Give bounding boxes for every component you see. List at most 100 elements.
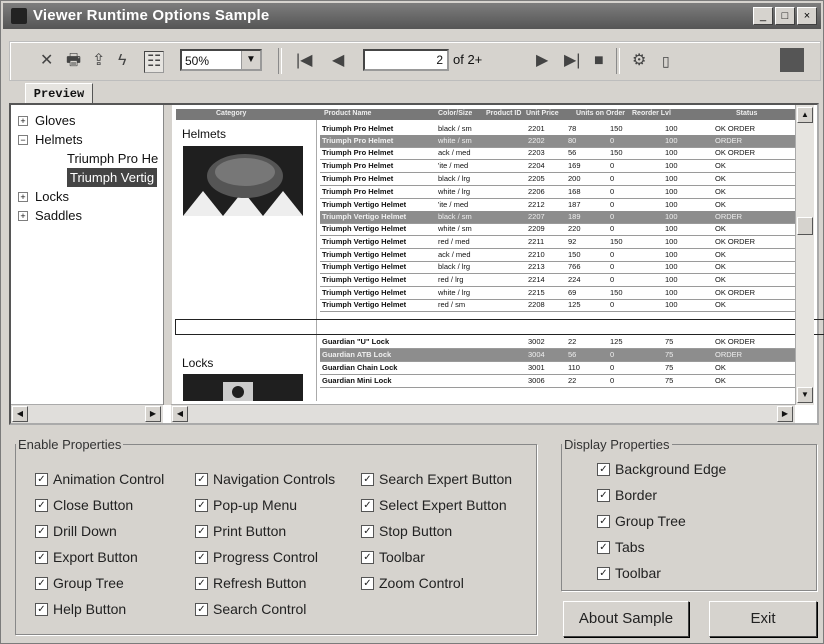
checkbox-checked-icon[interactable]: ✓: [195, 473, 208, 486]
scroll-up-icon[interactable]: ▲: [797, 107, 813, 123]
checkbox-checked-icon[interactable]: ✓: [597, 541, 610, 554]
tree-item[interactable]: + Gloves: [11, 111, 163, 130]
cell-id: 2202: [528, 136, 545, 145]
report-vertical-scrollbar[interactable]: ▲ ▼: [795, 105, 814, 405]
print-icon[interactable]: 🖶: [66, 51, 81, 71]
chevron-down-icon[interactable]: ▼: [241, 51, 260, 69]
expand-icon[interactable]: +: [18, 116, 28, 126]
checkbox-checked-icon[interactable]: ✓: [361, 551, 374, 564]
checkbox-checked-icon[interactable]: ✓: [195, 525, 208, 538]
cell-order: 0: [610, 300, 615, 309]
splitter[interactable]: [163, 105, 172, 405]
refresh-icon[interactable]: ϟ: [118, 51, 126, 71]
minimize-button[interactable]: _: [753, 7, 773, 25]
checkbox-checked-icon[interactable]: ✓: [361, 473, 374, 486]
table-row[interactable]: Triumph Vertigo Helmet red / lrg 2214 224 0 1…: [320, 274, 796, 287]
lock-image: [183, 374, 303, 401]
cell-id: 2215: [528, 288, 545, 297]
group-tree-toggle-icon[interactable]: ☷: [144, 51, 165, 73]
table-row[interactable]: Triumph Pro Helmet 'ite / med 2204 169 0 100 O…: [320, 160, 796, 173]
table-row[interactable]: Guardian ATB Lock 3004 56 0 75 ORDER: [320, 349, 796, 362]
tree-item-label: Locks: [35, 189, 69, 204]
table-row[interactable]: Guardian Chain Lock 3001 110 0 75 OK: [320, 362, 796, 375]
stop-icon[interactable]: ■: [594, 51, 604, 71]
cell-order: 150: [610, 288, 623, 297]
checkbox-label: Drill Down: [53, 523, 117, 539]
scroll-down-icon[interactable]: ▼: [797, 387, 813, 403]
previous-page-icon[interactable]: ◀: [332, 51, 344, 71]
checkbox-checked-icon[interactable]: ✓: [597, 489, 610, 502]
checkbox-label: Border: [615, 487, 658, 503]
cell-price: 220: [568, 224, 581, 233]
table-row[interactable]: Triumph Pro Helmet white / lrg 2206 168 0 100…: [320, 186, 796, 199]
next-page-icon[interactable]: ▶: [536, 51, 548, 71]
first-page-icon[interactable]: |◀: [296, 51, 312, 71]
zoom-select[interactable]: 50% ▼: [180, 49, 262, 71]
scroll-left-icon[interactable]: ◀: [12, 406, 28, 422]
table-row[interactable]: Triumph Vertigo Helmet black / lrg 2213 766…: [320, 261, 796, 274]
checkbox-checked-icon[interactable]: ✓: [597, 515, 610, 528]
scroll-right-icon[interactable]: ▶: [777, 406, 793, 422]
table-row[interactable]: Triumph Pro Helmet ack / med 2203 56 150 100 O…: [320, 147, 796, 160]
maximize-button[interactable]: □: [775, 7, 795, 25]
table-row[interactable]: Guardian Mini Lock 3006 22 0 75 OK: [320, 375, 796, 388]
checkbox-checked-icon[interactable]: ✓: [195, 603, 208, 616]
export-icon[interactable]: ⇪: [92, 51, 105, 71]
tree-item[interactable]: Triumph Pro He: [11, 149, 163, 168]
checkbox-checked-icon[interactable]: ✓: [195, 551, 208, 564]
checkbox-checked-icon[interactable]: ✓: [597, 463, 610, 476]
checkbox-checked-icon[interactable]: ✓: [361, 525, 374, 538]
exit-button[interactable]: Exit: [709, 601, 817, 637]
zoom-value: 50%: [185, 54, 210, 68]
expand-icon[interactable]: +: [18, 211, 28, 221]
cell-status: OK: [715, 250, 726, 259]
close-window-button[interactable]: ×: [797, 7, 817, 25]
checkbox-label: Zoom Control: [379, 575, 464, 591]
scroll-right-icon[interactable]: ▶: [145, 406, 161, 422]
category-label[interactable]: Locks: [182, 356, 213, 370]
table-row[interactable]: Triumph Vertigo Helmet white / sm 2209 220 0…: [320, 223, 796, 236]
about-sample-button[interactable]: About Sample: [563, 601, 689, 637]
checkbox-checked-icon[interactable]: ✓: [35, 577, 48, 590]
close-icon[interactable]: ✕: [40, 51, 53, 71]
checkbox-checked-icon[interactable]: ✓: [361, 499, 374, 512]
scroll-thumb[interactable]: [797, 217, 813, 235]
search-icon[interactable]: ⚙: [632, 51, 646, 71]
last-page-icon[interactable]: ▶|: [564, 51, 580, 71]
tree-item[interactable]: Triumph Vertig: [11, 168, 163, 187]
checkbox-checked-icon[interactable]: ✓: [195, 499, 208, 512]
category-label[interactable]: Helmets: [182, 127, 226, 141]
checkbox-checked-icon[interactable]: ✓: [35, 499, 48, 512]
table-row[interactable]: Triumph Pro Helmet black / lrg 2205 200 0 100…: [320, 173, 796, 186]
tab-preview[interactable]: Preview: [25, 83, 93, 104]
tree-item[interactable]: + Saddles: [11, 206, 163, 225]
expand-icon[interactable]: +: [18, 192, 28, 202]
cell-order: 0: [610, 363, 615, 372]
table-row[interactable]: Triumph Vertigo Helmet red / sm 2208 125 0 10…: [320, 299, 796, 312]
checkbox-label: Animation Control: [53, 471, 165, 487]
scroll-left-icon[interactable]: ◀: [172, 406, 188, 422]
checkbox-checked-icon[interactable]: ✓: [35, 603, 48, 616]
checkbox-checked-icon[interactable]: ✓: [195, 577, 208, 590]
page-number-input[interactable]: 2: [363, 49, 449, 71]
collapse-icon[interactable]: −: [18, 135, 28, 145]
cell-reorder: 100: [665, 275, 678, 284]
report-horizontal-scrollbar[interactable]: ◀ ▶: [171, 404, 795, 423]
table-row[interactable]: Guardian "U" Lock 3002 22 125 75 OK ORDER: [320, 336, 796, 349]
table-row[interactable]: Triumph Vertigo Helmet red / med 2211 92 150…: [320, 236, 796, 249]
cell-price: 150: [568, 250, 581, 259]
checkbox-label: Print Button: [213, 523, 287, 539]
toolbar-separator: [278, 48, 282, 74]
checkbox-label: Stop Button: [379, 523, 453, 539]
checkbox-checked-icon[interactable]: ✓: [361, 577, 374, 590]
cell-order: 0: [610, 136, 615, 145]
tree-horizontal-scrollbar[interactable]: ◀ ▶: [11, 404, 163, 423]
checkbox-checked-icon[interactable]: ✓: [35, 551, 48, 564]
tree-item[interactable]: − Helmets: [11, 130, 163, 149]
tree-item[interactable]: + Locks: [11, 187, 163, 206]
cell-status: OK: [715, 161, 726, 170]
checkbox-checked-icon[interactable]: ✓: [35, 473, 48, 486]
checkbox-checked-icon[interactable]: ✓: [597, 567, 610, 580]
checkbox-checked-icon[interactable]: ✓: [35, 525, 48, 538]
cell-order: 0: [610, 262, 615, 271]
